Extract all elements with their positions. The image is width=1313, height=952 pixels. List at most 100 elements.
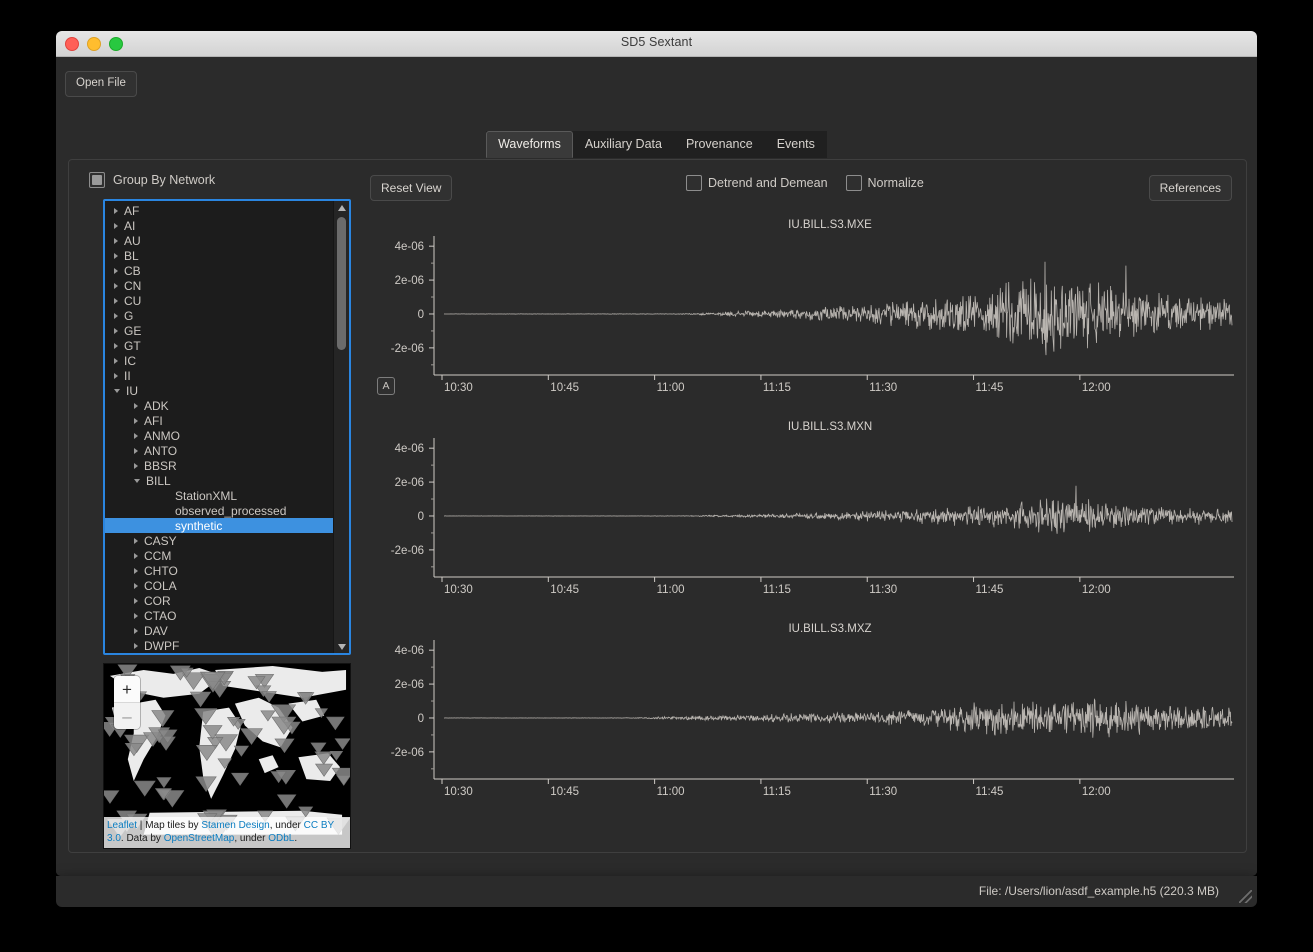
tree-item[interactable]: ANMO	[105, 428, 334, 443]
group-by-network-row[interactable]: Group By Network	[89, 170, 355, 190]
station-map[interactable]: + – Leaflet | Map tiles by Stamen Design…	[103, 663, 351, 849]
tree-item[interactable]: CCM	[105, 548, 334, 563]
chevron-right-icon[interactable]	[114, 342, 118, 349]
map-zoom-in-button[interactable]: +	[114, 676, 140, 703]
tree-item[interactable]: CN	[105, 278, 334, 293]
waveform-plot[interactable]: IU.BILL.S3.MXN 4e-06 2e-06 0 -2e-06 10:30 10:4…	[366, 414, 1238, 616]
attr-under-1: , under	[269, 820, 304, 831]
network-tree-panel[interactable]: AF AI AU BL CB CN CU G GE GT IC II IU ADK AFI ANMO ANTO B…	[103, 199, 351, 655]
tree-item[interactable]: BL	[105, 248, 334, 263]
detrend-demean-checkbox[interactable]	[686, 175, 702, 191]
tree-item[interactable]: CTAO	[105, 608, 334, 623]
group-by-network-checkbox[interactable]	[89, 172, 105, 188]
waveform-plot[interactable]: IU.BILL.S3.MXZ 4e-06 2e-06 0 -2e-06 10:30 10:4…	[366, 616, 1238, 818]
chevron-right-icon[interactable]	[134, 402, 138, 409]
tree-item[interactable]: GE	[105, 323, 334, 338]
tab-provenance[interactable]: Provenance	[673, 131, 765, 158]
map-zoom-controls[interactable]: + –	[114, 676, 140, 729]
openstreetmap-link[interactable]: OpenStreetMap	[164, 833, 235, 844]
stamen-link[interactable]: Stamen Design	[201, 820, 269, 831]
tree-item[interactable]: DWPF	[105, 638, 334, 653]
leaflet-link[interactable]: Leaflet	[107, 820, 137, 831]
tree-item[interactable]: DAV	[105, 623, 334, 638]
odbl-link[interactable]: ODbL	[268, 833, 294, 844]
chevron-right-icon[interactable]	[134, 537, 138, 544]
tree-item[interactable]: BILL	[105, 473, 334, 488]
references-button[interactable]: References	[1148, 175, 1232, 201]
autoscale-button[interactable]: A	[377, 377, 395, 395]
chevron-right-icon[interactable]	[134, 462, 138, 469]
reset-view-button[interactable]: Reset View	[370, 175, 453, 201]
tree-item[interactable]: BBSR	[105, 458, 334, 473]
chevron-right-icon[interactable]	[114, 282, 118, 289]
tree-item[interactable]: CU	[105, 293, 334, 308]
tab-auxiliary-data[interactable]: Auxiliary Data	[572, 131, 674, 158]
tree-item[interactable]: IU	[105, 383, 334, 398]
tree-item[interactable]: II	[105, 368, 334, 383]
chevron-right-icon[interactable]	[114, 312, 118, 319]
tree-item-label: ANMO	[144, 428, 180, 443]
chevron-right-icon[interactable]	[114, 222, 118, 229]
tree-item[interactable]: AFI	[105, 413, 334, 428]
tree-item[interactable]: StationXML	[105, 488, 334, 503]
tree-item[interactable]: AU	[105, 233, 334, 248]
tab-events[interactable]: Events	[764, 131, 827, 158]
chevron-right-icon[interactable]	[114, 207, 118, 214]
chevron-right-icon[interactable]	[114, 297, 118, 304]
chevron-right-icon[interactable]	[134, 447, 138, 454]
network-tree[interactable]: AF AI AU BL CB CN CU G GE GT IC II IU ADK AFI ANMO ANTO B…	[105, 201, 334, 653]
map-zoom-out-button[interactable]: –	[114, 703, 140, 729]
main-content-frame: Group By Network AF AI AU BL CB CN CU G GE GT IC II…	[68, 159, 1247, 853]
chevron-right-icon[interactable]	[114, 267, 118, 274]
chevron-right-icon[interactable]	[134, 432, 138, 439]
scrollbar-thumb[interactable]	[337, 217, 346, 350]
window-title: SD5 Sextant	[620, 35, 693, 49]
tree-item[interactable]: ADK	[105, 398, 334, 413]
chevron-right-icon[interactable]	[134, 552, 138, 559]
chevron-right-icon[interactable]	[134, 567, 138, 574]
tree-item[interactable]: AF	[105, 203, 334, 218]
chevron-right-icon[interactable]	[114, 357, 118, 364]
chevron-right-icon[interactable]	[134, 627, 138, 634]
tree-item-label: IU	[126, 383, 138, 398]
waveform-trace	[444, 485, 1233, 534]
tree-item[interactable]: AI	[105, 218, 334, 233]
chevron-right-icon[interactable]	[114, 252, 118, 259]
open-file-button[interactable]: Open File	[65, 71, 137, 97]
tab-waveforms[interactable]: Waveforms	[486, 131, 573, 158]
tree-item[interactable]: CB	[105, 263, 334, 278]
chevron-right-icon[interactable]	[134, 417, 138, 424]
waveform-plot[interactable]: IU.BILL.S3.MXE 4e-06 2e-06 0 -2e-06 10:30 10:4…	[366, 212, 1238, 414]
chevron-right-icon[interactable]	[134, 612, 138, 619]
resize-grip-icon[interactable]	[1239, 890, 1252, 903]
tree-item[interactable]: COLA	[105, 578, 334, 593]
y-tick-label: 2e-06	[395, 477, 424, 489]
attr-tiles-prefix: Map tiles by	[145, 820, 202, 831]
tree-item[interactable]: CASY	[105, 533, 334, 548]
tree-item-label: DAV	[144, 623, 168, 638]
tree-item[interactable]: ANTO	[105, 443, 334, 458]
chevron-right-icon[interactable]	[114, 237, 118, 244]
scroll-down-icon[interactable]	[334, 640, 349, 653]
tree-item[interactable]: synthetic	[105, 518, 334, 533]
tree-item[interactable]: GT	[105, 338, 334, 353]
scroll-up-icon[interactable]	[334, 201, 349, 214]
tree-item[interactable]: G	[105, 308, 334, 323]
tree-item[interactable]: CHTO	[105, 563, 334, 578]
chevron-down-icon[interactable]	[134, 479, 140, 483]
normalize-checkbox[interactable]	[845, 175, 862, 191]
tree-item-label: observed_processed	[175, 503, 287, 518]
tree-item[interactable]: IC	[105, 353, 334, 368]
x-tick-label: 12:00	[1082, 382, 1111, 394]
tree-item[interactable]: COR	[105, 593, 334, 608]
chevron-right-icon[interactable]	[134, 597, 138, 604]
chevron-right-icon[interactable]	[114, 327, 118, 334]
chevron-down-icon[interactable]	[114, 389, 120, 393]
chevron-right-icon[interactable]	[114, 372, 118, 379]
chevron-right-icon[interactable]	[134, 642, 138, 649]
tree-item[interactable]: observed_processed	[105, 503, 334, 518]
x-tick-label: 10:45	[550, 382, 579, 394]
tree-scrollbar[interactable]	[333, 201, 349, 653]
chevron-right-icon[interactable]	[134, 582, 138, 589]
right-panel: Reset View Detrend and Demean Normalize …	[366, 168, 1238, 846]
